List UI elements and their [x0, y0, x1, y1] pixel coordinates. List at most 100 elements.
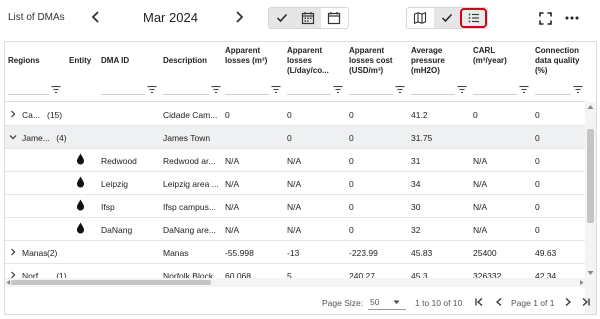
more-options-button[interactable]	[563, 9, 581, 27]
group-row[interactable]: Jame... (4) James Town 0 0 31.75 0	[5, 126, 585, 149]
column-header-apparent-losses[interactable]: Apparent losses (m³)	[225, 46, 283, 66]
filter-input-description[interactable]	[163, 94, 209, 95]
column-header-line: Description	[163, 56, 208, 65]
column-header-line: Apparent	[349, 46, 385, 55]
filter-input-apparent-losses-cost[interactable]	[349, 94, 393, 95]
column-header-apparent-losses-per-day[interactable]: Apparent losses (L/day/co...	[287, 46, 345, 76]
region-name: Ca...	[22, 110, 40, 120]
cell-apparent-losses: N/A	[225, 156, 240, 166]
column-header-line: (m³/year)	[473, 56, 507, 65]
column-header-connection-data-quality[interactable]: Connection data quality (%)	[535, 46, 585, 76]
caret-down-icon	[393, 300, 400, 304]
page-size-select[interactable]: 50	[368, 294, 406, 310]
cell-carl: N/A	[473, 156, 488, 166]
filter-icon[interactable]	[51, 85, 61, 94]
cell-apparent-losses-cost: 0	[349, 110, 354, 120]
chevron-right-icon[interactable]	[8, 247, 18, 257]
column-header-line: losses (m³)	[225, 56, 268, 65]
date-mode-check-button[interactable]	[269, 8, 295, 28]
page-indicator: Page 1 of 1	[511, 298, 555, 308]
next-page-button[interactable]	[562, 296, 574, 308]
column-header-dma-id[interactable]: DMA ID	[101, 56, 159, 66]
column-header-regions[interactable]: Regions	[8, 56, 63, 66]
first-page-button[interactable]	[473, 296, 485, 308]
filter-input-apparent-losses[interactable]	[225, 94, 269, 95]
check-icon	[276, 13, 288, 23]
group-row[interactable]: Manas (2) Manas -55.998 -13 -223.99 45.83 25400…	[5, 241, 585, 264]
calendar-grid-icon	[301, 12, 315, 25]
column-header-average-pressure[interactable]: Average pressure (mH2O)	[411, 46, 469, 76]
filter-input-dma-id[interactable]	[101, 94, 145, 95]
column-header-line: Apparent	[287, 46, 323, 55]
column-header-line: DMA ID	[101, 56, 130, 65]
column-header-description[interactable]: Description	[163, 56, 223, 66]
filter-icon[interactable]	[573, 85, 583, 94]
horizontal-scrollbar[interactable]	[5, 278, 585, 287]
cell-connection-data-quality: 0	[535, 225, 540, 235]
vertical-scrollbar[interactable]	[585, 102, 596, 314]
cell-average-pressure: 34	[411, 179, 421, 189]
previous-month-button[interactable]	[88, 9, 104, 25]
vertical-scroll-thumb[interactable]	[587, 129, 594, 223]
filter-input-carl[interactable]	[473, 94, 517, 95]
cell-carl: 25400	[473, 248, 497, 258]
filter-input-regions[interactable]	[8, 94, 49, 95]
region-count: (15)	[47, 110, 63, 120]
view-mode-toggle	[406, 7, 488, 29]
cell-apparent-losses: N/A	[225, 225, 240, 235]
view-check-button[interactable]	[433, 8, 461, 28]
cell-apparent-losses: N/A	[225, 179, 240, 189]
cell-apparent-losses-per-day: N/A	[287, 225, 302, 235]
filter-icon[interactable]	[333, 85, 343, 94]
cell-average-pressure: 31.75	[411, 133, 433, 143]
region-count: (2)	[47, 248, 58, 258]
column-header-apparent-losses-cost[interactable]: Apparent losses cost (USD/m³)	[349, 46, 407, 76]
water-drop-icon	[77, 199, 84, 211]
region-name: Manas	[22, 248, 48, 258]
cell-apparent-losses-per-day: N/A	[287, 202, 302, 212]
dma-table: Regions Entity DMA ID Description Apparent lo…	[4, 41, 597, 315]
filter-icon[interactable]	[395, 85, 405, 94]
chevron-right-icon[interactable]	[8, 109, 18, 119]
table-row[interactable]: Leipzig Leipzig area ... N/A N/A 0 34 N/A 0	[5, 172, 585, 195]
filter-input-connection-data-quality[interactable]	[535, 94, 571, 95]
table-row[interactable]: Ifsp Ifsp campus... N/A N/A 0 30 N/A 0	[5, 195, 585, 218]
fullscreen-button[interactable]	[536, 9, 554, 27]
previous-page-button[interactable]	[493, 296, 505, 308]
cell-carl: N/A	[473, 202, 488, 212]
water-drop-icon	[77, 222, 84, 234]
next-month-button[interactable]	[231, 9, 247, 25]
cell-apparent-losses-cost: 0	[349, 133, 354, 143]
cell-apparent-losses-per-day: 0	[287, 133, 292, 143]
calendar-month-button[interactable]	[295, 8, 321, 28]
cell-apparent-losses-per-day: N/A	[287, 179, 302, 189]
cell-apparent-losses-cost: 0	[349, 179, 354, 189]
cell-dma-id: Leipzig	[101, 179, 128, 189]
filter-input-average-pressure[interactable]	[411, 94, 455, 95]
list-view-button[interactable]	[460, 8, 488, 28]
cell-carl: N/A	[473, 179, 488, 189]
page-title: List of DMAs	[8, 12, 65, 23]
last-page-button[interactable]	[580, 296, 592, 308]
filter-icon[interactable]	[211, 85, 221, 94]
cell-description: Leipzig area ...	[163, 179, 219, 189]
filter-icon[interactable]	[271, 85, 281, 94]
column-header-carl[interactable]: CARL (m³/year)	[473, 46, 531, 66]
map-view-button[interactable]	[407, 8, 434, 28]
filter-icon[interactable]	[457, 85, 467, 94]
horizontal-scroll-thumb[interactable]	[11, 280, 211, 285]
filter-icon[interactable]	[519, 85, 529, 94]
cell-average-pressure: 32	[411, 225, 421, 235]
filter-icon[interactable]	[147, 85, 157, 94]
column-header-entity[interactable]: Entity	[69, 56, 99, 66]
column-header-line: data quality	[535, 56, 580, 65]
cell-apparent-losses-cost: 0	[349, 225, 354, 235]
cell-apparent-losses-per-day: -13	[287, 248, 300, 258]
table-row[interactable]: Redwood Redwood ar... N/A N/A 0 31 N/A 0	[5, 149, 585, 172]
cell-description: Redwood ar...	[163, 156, 216, 166]
table-row[interactable]: DaNang DaNang are... N/A N/A 0 32 N/A 0	[5, 218, 585, 241]
group-row[interactable]: Ca... (15) Cidade Cam... 0 0 0 41.2 0 0	[5, 103, 585, 126]
filter-input-apparent-losses-per-day[interactable]	[287, 94, 331, 95]
calendar-range-button[interactable]	[321, 8, 347, 28]
chevron-down-icon[interactable]	[8, 132, 18, 142]
